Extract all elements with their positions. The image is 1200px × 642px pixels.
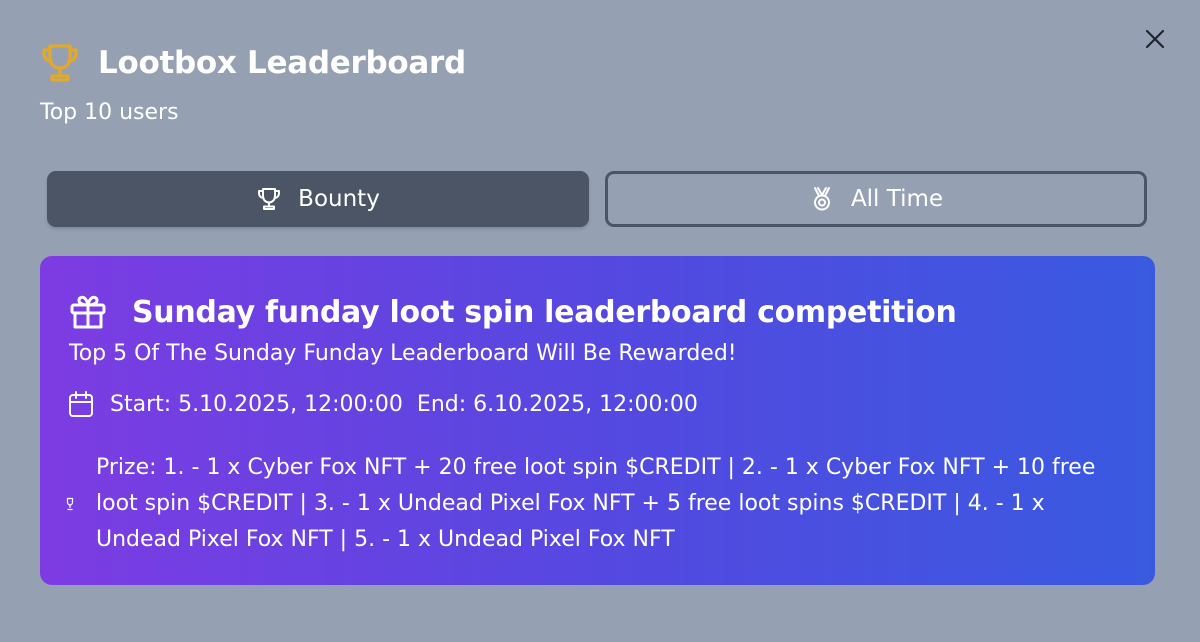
end-date: End: 6.10.2025, 12:00:00 (416, 391, 698, 417)
calendar-icon (69, 391, 93, 417)
title-row: Lootbox Leaderboard (40, 40, 466, 86)
prize-row: Prize: 1. - 1 x Cyber Fox NFT + 20 free … (64, 450, 1124, 558)
close-icon (1145, 29, 1165, 49)
medal-icon (813, 187, 830, 211)
modal-subtitle: Top 10 users (40, 100, 179, 125)
leaderboard-modal: Lootbox Leaderboard Top 10 users Bounty (0, 0, 1200, 642)
trophy-icon (258, 188, 281, 210)
tab-bounty[interactable]: Bounty (47, 171, 589, 227)
start-date: Start: 5.10.2025, 12:00:00 (110, 391, 403, 417)
competition-card: Sunday funday loot spin leaderboard comp… (40, 256, 1155, 585)
trophy-icon (42, 44, 78, 82)
tab-bounty-label: Bounty (298, 186, 380, 212)
gift-icon (70, 295, 106, 329)
tab-bar: Bounty All Time (47, 171, 1147, 227)
competition-subtitle: Top 5 Of The Sunday Funday Leaderboard W… (69, 341, 737, 366)
close-button[interactable] (1140, 24, 1170, 54)
tab-all-time-label: All Time (850, 186, 944, 212)
prize-text: Prize: 1. - 1 x Cyber Fox NFT + 20 free … (96, 455, 1096, 552)
competition-dates: Start: 5.10.2025, 12:00:00 End: 6.10.202… (68, 390, 698, 418)
trophy-icon (66, 497, 74, 511)
modal-title: Lootbox Leaderboard (98, 45, 466, 81)
tab-all-time[interactable]: All Time (605, 171, 1147, 227)
competition-header: Sunday funday loot spin leaderboard comp… (68, 292, 957, 332)
competition-title: Sunday funday loot spin leaderboard comp… (132, 294, 957, 330)
